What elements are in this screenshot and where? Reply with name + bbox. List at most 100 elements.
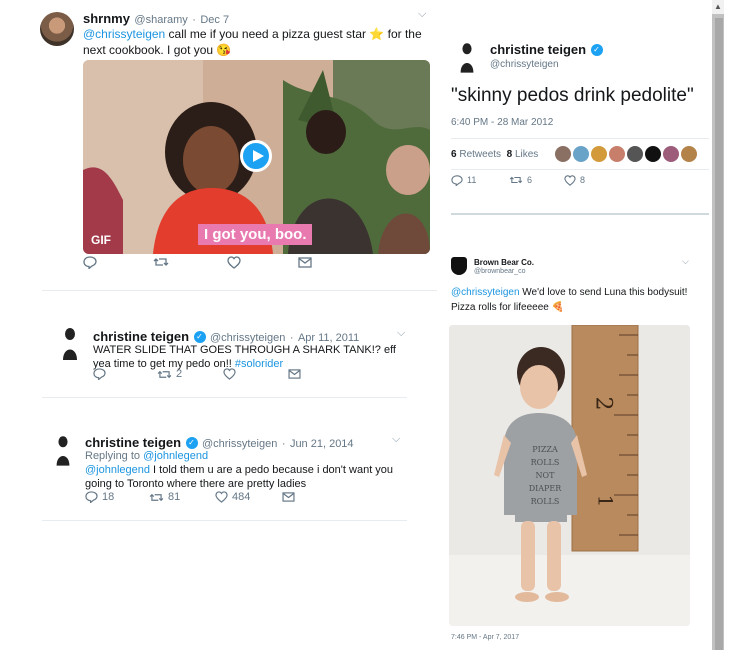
liker-avatar[interactable] bbox=[573, 146, 589, 162]
separator-dot: · bbox=[281, 438, 286, 450]
message-button[interactable] bbox=[288, 369, 301, 379]
reply-icon bbox=[93, 368, 106, 380]
onesie-print: PIZZA ROLLS NOT DIAPER ROLLS bbox=[528, 445, 562, 506]
heart-icon bbox=[223, 368, 236, 380]
avatar[interactable] bbox=[58, 326, 82, 360]
reply-button[interactable]: 18 bbox=[85, 491, 114, 503]
author-name[interactable]: shrnmy bbox=[83, 11, 130, 26]
chevron-down-icon[interactable]: ⌵ bbox=[682, 256, 689, 267]
heart-icon bbox=[564, 174, 576, 186]
reply-button[interactable]: 11 bbox=[451, 174, 477, 186]
retweet-button[interactable] bbox=[153, 256, 169, 268]
tweet-text: @chrissyteigen We'd love to send Luna th… bbox=[451, 287, 688, 313]
mention-link[interactable]: @johnlegend bbox=[85, 464, 150, 476]
divider bbox=[451, 138, 709, 139]
tweet-text: WATER SLIDE THAT GOES THROUGH A SHARK TA… bbox=[93, 344, 396, 370]
author-handle[interactable]: @chrissyteigen bbox=[202, 438, 277, 450]
reply-count: 18 bbox=[102, 491, 115, 503]
star-emoji: ⭐ bbox=[369, 27, 385, 41]
separator-dot: · bbox=[192, 14, 196, 26]
liker-avatar[interactable] bbox=[555, 146, 571, 162]
chevron-down-icon[interactable]: ⌵ bbox=[392, 433, 400, 446]
author-name[interactable]: christine teigen bbox=[85, 435, 181, 450]
replying-to: Replying to @johnlegend bbox=[85, 450, 209, 462]
scroll-up-arrow-icon[interactable]: ▲ bbox=[712, 0, 724, 14]
tweet-timestamp[interactable]: 7:46 PM - Apr 7, 2017 bbox=[451, 634, 519, 641]
verified-icon: ✓ bbox=[185, 436, 198, 449]
liker-avatar[interactable] bbox=[627, 146, 643, 162]
like-count: 8 bbox=[580, 175, 586, 185]
reply-button[interactable] bbox=[93, 368, 106, 380]
tweet-date[interactable]: Jun 21, 2014 bbox=[290, 438, 354, 450]
play-button[interactable] bbox=[240, 140, 272, 172]
tweet-timestamp[interactable]: 6:40 PM - 28 Mar 2012 bbox=[451, 117, 553, 128]
avatar[interactable] bbox=[456, 40, 478, 74]
scrollbar-thumb[interactable] bbox=[715, 18, 723, 650]
like-button[interactable] bbox=[223, 368, 236, 380]
author-name[interactable]: Brown Bear Co. bbox=[474, 258, 534, 267]
tweet-text: "skinny pedos drink pedolite" bbox=[451, 85, 694, 106]
likes-label[interactable]: Likes bbox=[515, 149, 538, 160]
author-handle[interactable]: @sharamy bbox=[134, 14, 187, 26]
like-count: 484 bbox=[232, 491, 251, 503]
liker-avatar[interactable] bbox=[609, 146, 625, 162]
reply-icon bbox=[85, 491, 98, 503]
like-button[interactable]: 8 bbox=[564, 174, 586, 186]
ruler-number-2: 2 bbox=[590, 396, 616, 411]
chevron-down-icon[interactable]: ⌵ bbox=[418, 8, 426, 21]
retweet-icon bbox=[157, 370, 172, 378]
reply-icon bbox=[451, 174, 463, 186]
replying-to-link[interactable]: @johnlegend bbox=[143, 450, 208, 462]
reply-count: 11 bbox=[467, 175, 477, 185]
message-button[interactable] bbox=[282, 492, 295, 502]
author-name[interactable]: christine teigen bbox=[490, 42, 586, 57]
envelope-icon bbox=[282, 492, 295, 502]
retweet-icon bbox=[509, 176, 523, 184]
divider bbox=[451, 169, 709, 170]
like-button[interactable]: 484 bbox=[215, 491, 250, 503]
hashtag-link[interactable]: #solorider bbox=[235, 358, 283, 370]
retweet-button[interactable]: 81 bbox=[149, 491, 180, 503]
verified-icon: ✓ bbox=[590, 43, 603, 56]
liker-avatar[interactable] bbox=[663, 146, 679, 162]
divider bbox=[42, 520, 407, 521]
engagement-stats: 6 Retweets 8 Likes bbox=[451, 149, 538, 160]
reply-button[interactable] bbox=[83, 255, 97, 269]
kiss-emoji: 😘 bbox=[216, 43, 232, 57]
author-name[interactable]: christine teigen bbox=[93, 329, 189, 344]
divider bbox=[42, 397, 407, 398]
message-button[interactable] bbox=[298, 256, 312, 268]
avatar[interactable] bbox=[40, 12, 74, 46]
retweet-count: 6 bbox=[527, 175, 533, 185]
divider bbox=[451, 213, 709, 215]
retweet-icon bbox=[149, 493, 164, 501]
retweets-count[interactable]: 6 bbox=[451, 149, 457, 160]
mention-link[interactable]: @chrissyteigen bbox=[83, 27, 165, 41]
gif-caption: I got you, boo. bbox=[198, 224, 313, 245]
liker-avatar[interactable] bbox=[681, 146, 697, 162]
gif-badge: GIF bbox=[91, 233, 111, 247]
tweet-photo[interactable]: 2 1 PIZZA ROLLS NOT DIAPER ROLLS bbox=[449, 325, 690, 626]
author-handle[interactable]: @brownbear_co bbox=[474, 268, 525, 275]
avatar-silhouette bbox=[63, 328, 77, 360]
retweets-label[interactable]: Retweets bbox=[459, 149, 501, 160]
tweet-text: @chrissyteigen call me if you need a piz… bbox=[83, 27, 422, 57]
author-handle[interactable]: @chrissyteigen bbox=[490, 59, 559, 70]
gif-media[interactable]: I got you, boo. GIF bbox=[83, 60, 430, 254]
retweet-button[interactable]: 6 bbox=[509, 175, 532, 185]
retweet-button[interactable]: 2 bbox=[157, 368, 182, 380]
photo-scene bbox=[449, 325, 690, 626]
play-icon bbox=[253, 150, 264, 162]
liker-avatars bbox=[555, 146, 715, 162]
tweet-date[interactable]: Dec 7 bbox=[200, 14, 229, 26]
mention-link[interactable]: @chrissyteigen bbox=[451, 287, 520, 298]
liker-avatar[interactable] bbox=[645, 146, 661, 162]
like-button[interactable] bbox=[227, 255, 241, 269]
envelope-icon bbox=[288, 369, 301, 379]
likes-count[interactable]: 8 bbox=[507, 149, 513, 160]
liker-avatar[interactable] bbox=[591, 146, 607, 162]
avatar[interactable] bbox=[52, 433, 74, 467]
heart-icon bbox=[227, 255, 241, 269]
brand-logo[interactable] bbox=[451, 257, 467, 275]
chevron-down-icon[interactable]: ⌵ bbox=[397, 327, 405, 340]
